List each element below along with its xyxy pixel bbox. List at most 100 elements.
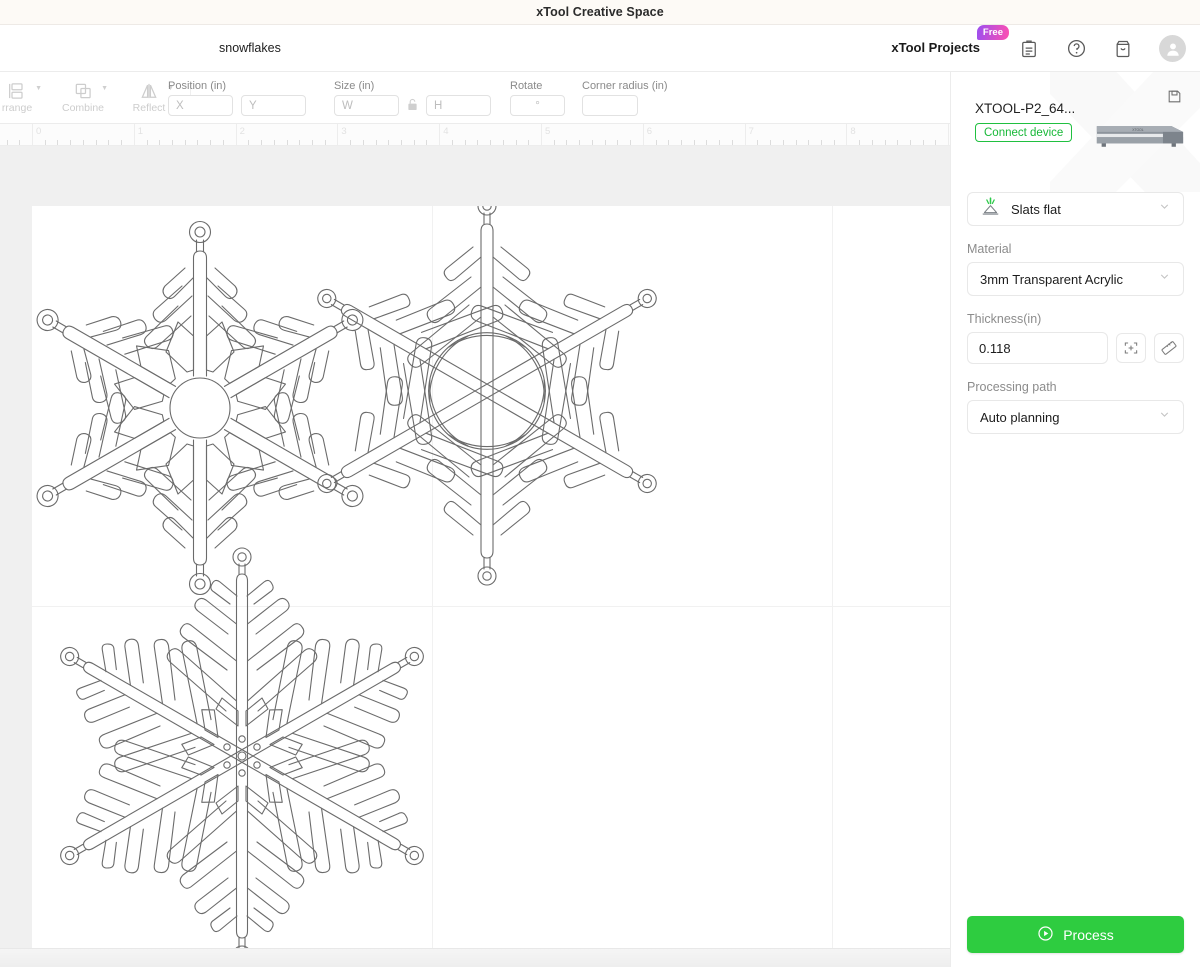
chevron-down-icon[interactable]: ▼ xyxy=(35,85,42,92)
ruler-tick xyxy=(375,140,377,145)
ruler-tick xyxy=(591,140,593,145)
horizontal-ruler[interactable]: 0 1 2 3 4 5 6 7 8 xyxy=(0,124,950,146)
ruler-tick xyxy=(6,140,8,145)
notes-icon[interactable] xyxy=(1018,38,1040,60)
snowflake-1[interactable] xyxy=(32,220,390,596)
ruler-tick xyxy=(82,140,84,145)
size-h-input[interactable]: H xyxy=(426,95,491,116)
ruler-tick xyxy=(833,140,835,145)
laser-slats-icon xyxy=(980,196,1001,222)
thickness-input[interactable]: 0.118 xyxy=(967,332,1108,364)
ruler-label: 0 xyxy=(36,126,42,137)
material-select[interactable]: 3mm Transparent Acrylic xyxy=(967,262,1184,296)
document-name[interactable]: snowflakes xyxy=(219,41,281,55)
corner-radius-label: Corner radius (in) xyxy=(582,80,668,92)
ruler-tick xyxy=(362,140,364,145)
store-icon[interactable] xyxy=(1112,38,1134,60)
xtool-projects-button[interactable]: xTool Projects Free xyxy=(872,25,1009,63)
xtool-projects-label: xTool Projects xyxy=(891,40,980,55)
ruler-tick xyxy=(146,140,148,145)
corner-radius-input[interactable] xyxy=(582,95,638,116)
device-name: XTOOL-P2_64... xyxy=(975,101,1076,116)
autofocus-icon[interactable] xyxy=(1116,333,1146,363)
rotate-field-group: Rotate ° xyxy=(510,80,565,116)
combine-tool[interactable]: Combine ▼ xyxy=(56,72,110,124)
chevron-down-icon[interactable]: ▼ xyxy=(101,85,108,92)
processing-path-select[interactable]: Auto planning xyxy=(967,400,1184,434)
object-toolbar: rrange ▼ Combine ▼ Reflect ▼ Position (i… xyxy=(0,72,950,124)
ruler-tick xyxy=(668,140,670,145)
ruler-tick xyxy=(108,140,110,145)
save-icon[interactable] xyxy=(1167,89,1182,109)
ruler-tick xyxy=(553,140,555,145)
ruler-tick xyxy=(541,124,542,145)
ruler-tick xyxy=(680,140,682,145)
corner-radius-field-group: Corner radius (in) xyxy=(582,80,668,116)
position-y-input[interactable]: Y xyxy=(241,95,306,116)
rotate-input[interactable]: ° xyxy=(510,95,565,116)
right-panel: XTOOL-P2_64... Connect device XTOOL Slat… xyxy=(950,72,1200,967)
ruler-tick xyxy=(846,124,848,145)
chevron-down-icon[interactable] xyxy=(1158,408,1171,426)
ruler-tick xyxy=(311,140,313,145)
ruler-tick xyxy=(630,140,632,145)
ruler-tick xyxy=(184,140,186,145)
size-w-value: W xyxy=(342,99,353,112)
snowflake-2[interactable] xyxy=(278,206,696,586)
ruler-tick xyxy=(210,140,212,145)
canvas-bottom-bar xyxy=(0,948,950,967)
position-x-input[interactable]: X xyxy=(168,95,233,116)
connect-device-button[interactable]: Connect device xyxy=(975,123,1073,142)
ruler-tick xyxy=(693,140,695,145)
ruler-tick xyxy=(795,140,797,145)
ruler-tick xyxy=(859,140,861,145)
thickness-value: 0.118 xyxy=(979,340,1011,356)
accessory-value: Slats flat xyxy=(1011,201,1061,217)
ruler-tick xyxy=(770,140,772,145)
avatar[interactable] xyxy=(1159,35,1186,62)
ruler-tick xyxy=(897,140,899,145)
arrange-tool[interactable]: rrange ▼ xyxy=(0,72,44,124)
ruler-tick xyxy=(566,140,568,145)
ruler-tick xyxy=(121,140,123,145)
snowflake-3[interactable] xyxy=(32,547,461,948)
ruler-tick xyxy=(235,124,237,145)
accessory-select[interactable]: Slats flat xyxy=(967,192,1184,226)
ruler-tick xyxy=(808,140,810,145)
ruler-label: 3 xyxy=(341,126,347,137)
ruler-tick xyxy=(44,140,46,145)
size-field-group: Size (in) W H xyxy=(334,80,491,116)
ruler-tick xyxy=(820,140,822,145)
chevron-down-icon[interactable] xyxy=(1158,270,1171,288)
chevron-down-icon[interactable] xyxy=(1158,200,1171,218)
ruler-tick xyxy=(477,140,479,145)
process-button[interactable]: Process xyxy=(967,916,1184,953)
ruler-label: 4 xyxy=(443,126,449,137)
size-w-input[interactable]: W xyxy=(334,95,399,116)
canvas-area[interactable] xyxy=(0,146,950,948)
ruler-tick xyxy=(922,140,924,145)
ruler-tick xyxy=(57,140,59,145)
ruler-tick xyxy=(884,140,886,145)
ruler-tick xyxy=(286,140,288,145)
size-h-value: H xyxy=(434,99,443,112)
header-bar: snowflakes xTool Projects Free xyxy=(0,25,1200,72)
help-icon[interactable] xyxy=(1065,38,1087,60)
ruler-tick xyxy=(248,140,250,145)
rotate-value: ° xyxy=(535,99,540,112)
ruler-tick xyxy=(32,124,33,145)
work-area[interactable] xyxy=(32,206,950,948)
processing-path-value: Auto planning xyxy=(980,409,1060,425)
lock-aspect-icon[interactable] xyxy=(407,98,418,114)
ruler-tick xyxy=(655,140,657,145)
design-vectors[interactable] xyxy=(32,206,950,948)
ruler-tick xyxy=(95,140,97,145)
ruler-tick xyxy=(706,140,708,145)
ruler-tick xyxy=(579,140,581,145)
play-icon xyxy=(1037,925,1054,945)
measure-ruler-icon[interactable] xyxy=(1154,333,1184,363)
processing-path-label: Processing path xyxy=(967,380,1057,394)
ruler-tick xyxy=(502,140,504,145)
ruler-tick xyxy=(719,140,721,145)
material-label: Material xyxy=(967,242,1012,256)
